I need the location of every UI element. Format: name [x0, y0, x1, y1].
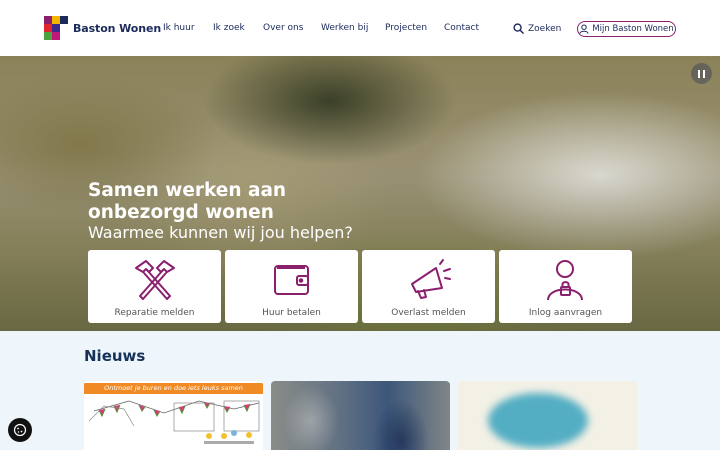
hero-title: Samen werken aan onbezorgd wonen [88, 180, 287, 223]
tile-overlast-melden[interactable]: Overlast melden [362, 250, 495, 323]
account-label: Mijn Baston Wonen [592, 24, 674, 34]
news-card[interactable] [458, 381, 637, 450]
site-header: Baston Wonen Ik huur Ik zoek Over ons We… [0, 0, 720, 56]
news-card-illustration [88, 400, 260, 444]
nav-item-werken-bij[interactable]: Werken bij [321, 23, 368, 33]
hammers-icon [134, 260, 175, 300]
tile-label: Inlog aanvragen [528, 308, 603, 318]
search-button[interactable]: Zoeken [513, 23, 561, 34]
tile-huur-betalen[interactable]: Huur betalen [225, 250, 358, 323]
account-button[interactable]: Mijn Baston Wonen [577, 21, 676, 37]
logo[interactable]: Baston Wonen [44, 16, 161, 40]
search-icon [513, 23, 524, 34]
news-section: Nieuws Ontmoet je buren en doe iets leuk… [0, 331, 720, 450]
user-lock-icon [546, 260, 583, 301]
megaphone-icon [410, 259, 451, 299]
news-card-image [488, 393, 588, 448]
nav-item-contact[interactable]: Contact [444, 23, 479, 33]
nav-item-ik-huur[interactable]: Ik huur [163, 23, 195, 33]
pause-icon [698, 69, 700, 78]
logo-mark-icon [44, 16, 68, 40]
news-heading: Nieuws [84, 347, 146, 365]
tile-label: Reparatie melden [114, 308, 195, 318]
pause-button[interactable] [691, 63, 712, 84]
search-label: Zoeken [528, 23, 562, 34]
news-card-photo [271, 381, 450, 450]
tile-inlog-aanvragen[interactable]: Inlog aanvragen [499, 250, 632, 323]
nav-item-projecten[interactable]: Projecten [385, 23, 427, 33]
nav-item-over-ons[interactable]: Over ons [263, 23, 303, 33]
user-icon [579, 24, 589, 34]
cookie-icon [13, 423, 27, 437]
news-card[interactable]: Ontmoet je buren en doe iets leuks samen [84, 381, 263, 450]
brand-name: Baston Wonen [73, 21, 162, 35]
tile-label: Overlast melden [391, 308, 466, 318]
wallet-icon [273, 265, 309, 295]
cookie-settings-button[interactable] [8, 418, 32, 442]
hero-subtitle: Waarmee kunnen wij jou helpen? [88, 223, 353, 242]
tile-reparatie-melden[interactable]: Reparatie melden [88, 250, 221, 323]
hero-banner: Samen werken aan onbezorgd wonen Waarmee… [0, 56, 720, 331]
tile-label: Huur betalen [262, 308, 321, 318]
nav-item-ik-zoek[interactable]: Ik zoek [213, 23, 245, 33]
news-card[interactable] [271, 381, 450, 450]
